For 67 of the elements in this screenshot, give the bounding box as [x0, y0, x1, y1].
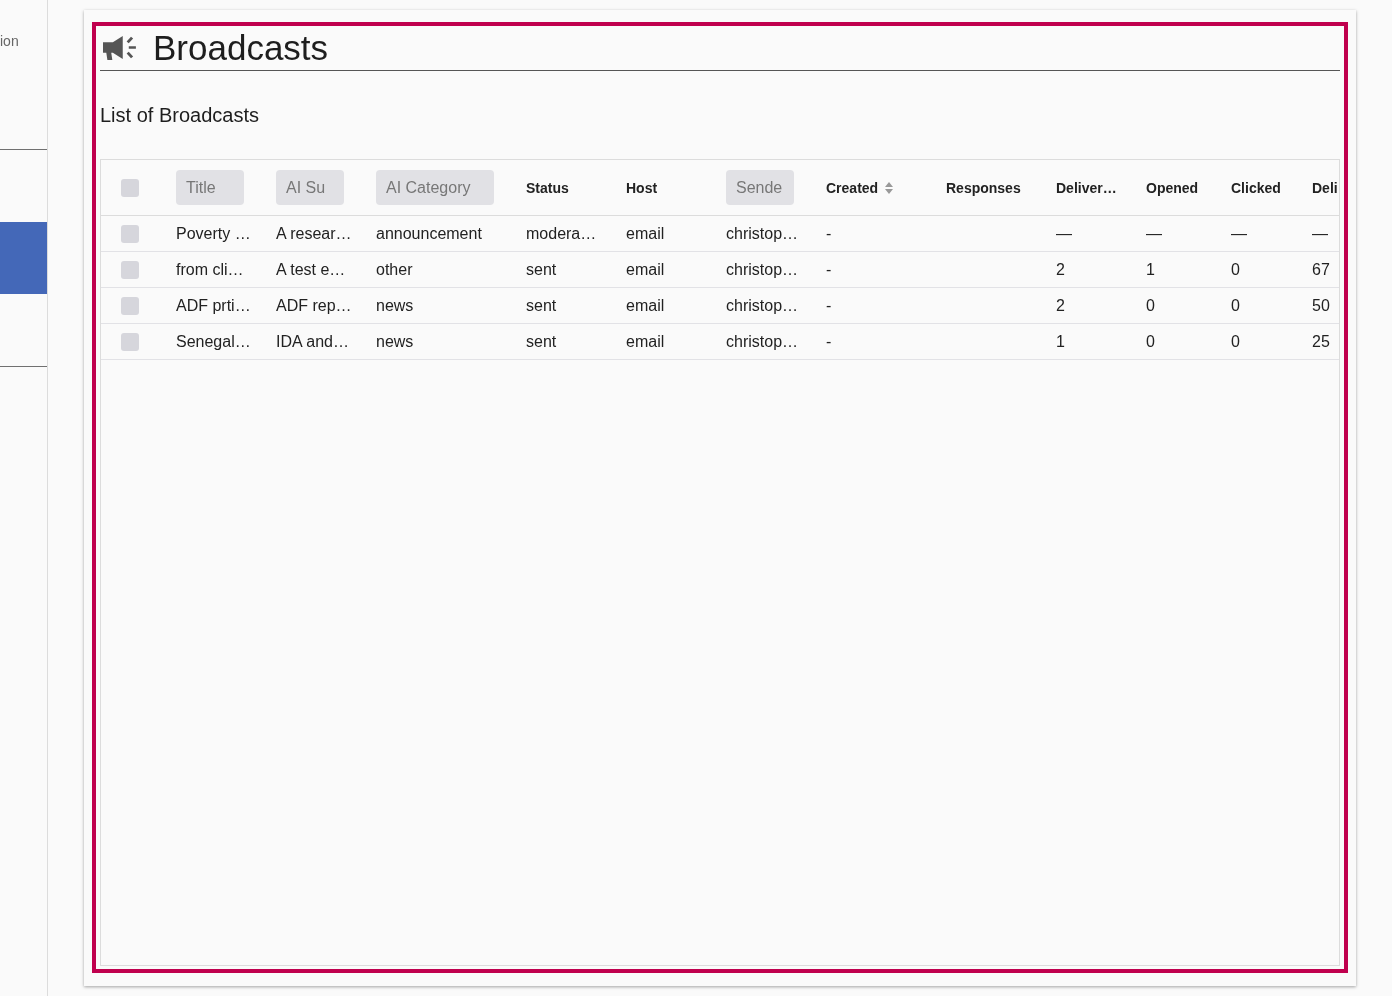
table-cell: ADF prti…	[176, 296, 251, 315]
table-cell: —	[1231, 224, 1247, 243]
column-header: Deli	[1312, 179, 1338, 196]
table-cell: news	[376, 296, 414, 315]
table-cell: -	[826, 296, 832, 315]
table-cell: IDA and…	[276, 332, 349, 351]
table-cell: -	[826, 224, 832, 243]
table-cell: -	[826, 332, 832, 351]
column-header: Clicked	[1231, 179, 1281, 196]
table-cell: email	[626, 260, 665, 279]
table-cell: —	[1056, 224, 1072, 243]
table-cell: A resear…	[276, 224, 352, 243]
table-cell: other	[376, 260, 413, 279]
table-cell: christop…	[726, 224, 799, 243]
column-header[interactable]: AI Su	[276, 170, 344, 205]
table-cell: 0	[1146, 332, 1155, 351]
table-cell: announcement	[376, 224, 482, 243]
row-checkbox[interactable]	[121, 260, 139, 279]
table-cell: email	[626, 332, 665, 351]
row-checkbox[interactable]	[121, 224, 139, 243]
table-cell: Poverty …	[176, 224, 251, 243]
column-header: Host	[626, 179, 658, 196]
sidebar-item[interactable]	[0, 222, 47, 294]
table-cell: Senegal…	[176, 332, 251, 351]
table-cell: ADF rep…	[276, 296, 352, 315]
table-cell: modera…	[526, 224, 597, 243]
column-header[interactable]: Title	[176, 170, 244, 205]
table-cell: 2	[1056, 260, 1065, 279]
column-header: Opened	[1146, 179, 1199, 196]
table-cell: sent	[526, 296, 557, 315]
column-header: Deliver…	[1056, 179, 1117, 196]
sidebar-item[interactable]: ion	[0, 33, 47, 50]
table-cell: christop…	[726, 296, 799, 315]
section-subtitle: List of Broadcasts	[100, 103, 260, 127]
table-cell: 0	[1231, 332, 1240, 351]
table-cell: 0	[1231, 296, 1240, 315]
table-cell: christop…	[726, 332, 799, 351]
table-cell: 0	[1231, 260, 1240, 279]
table-cell: —	[1312, 224, 1328, 243]
table-cell: 2	[1056, 296, 1065, 315]
table-cell: email	[626, 296, 665, 315]
sort-icon[interactable]	[885, 181, 894, 194]
table-cell: christop…	[726, 260, 799, 279]
table-cell: 25	[1312, 332, 1330, 351]
table-cell: 1	[1056, 332, 1065, 351]
table-cell: 50	[1312, 296, 1330, 315]
table-cell: email	[626, 224, 665, 243]
table-cell: 0	[1146, 296, 1155, 315]
page-title: Broadcasts	[153, 28, 329, 68]
table-cell: sent	[526, 260, 557, 279]
select-all-checkbox[interactable]	[121, 178, 139, 197]
column-header[interactable]: Sende	[726, 170, 794, 205]
table-cell: 67	[1312, 260, 1330, 279]
column-header[interactable]: AI Category	[376, 170, 494, 205]
table-cell: —	[1146, 224, 1162, 243]
table-cell: A test e…	[276, 260, 346, 279]
row-checkbox[interactable]	[121, 332, 139, 351]
megaphone-icon	[103, 35, 137, 61]
row-checkbox[interactable]	[121, 296, 139, 315]
column-header: Status	[526, 179, 569, 196]
table-cell: sent	[526, 332, 557, 351]
table-cell: from cli…	[176, 260, 244, 279]
column-header[interactable]: Created	[826, 179, 879, 196]
table-cell: news	[376, 332, 414, 351]
column-header: Responses	[946, 179, 1021, 196]
table-cell: 1	[1146, 260, 1155, 279]
table-cell: -	[826, 260, 832, 279]
